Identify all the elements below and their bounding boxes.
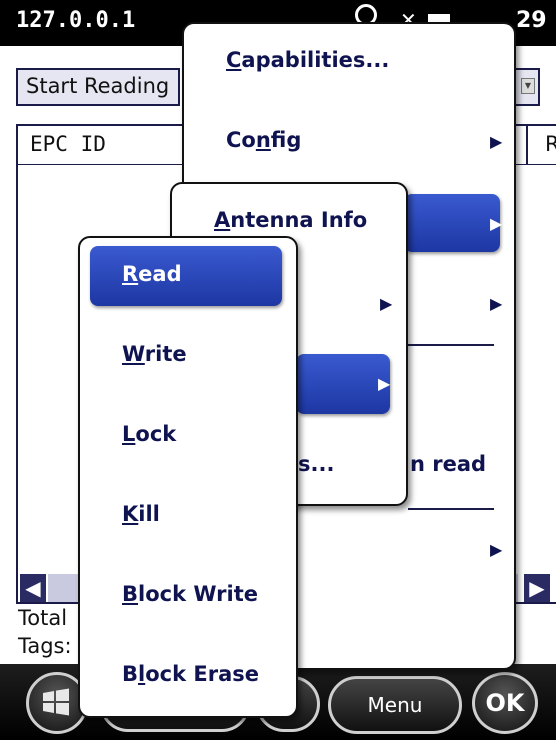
menu-item-capabilities[interactable]: Capabilities... [226,48,389,72]
menu-item-lock[interactable]: Lock [122,422,176,446]
column-divider [526,126,528,164]
menu-item-config[interactable]: Config [226,128,301,152]
window-title: 127.0.0.1 [16,8,136,33]
menu-item-antenna-info[interactable]: Antenna Info [214,208,367,232]
menu-button[interactable]: Menu [328,676,462,734]
total-label: Total [18,606,68,630]
menu-item-highlighted[interactable] [404,194,500,252]
clock: 29 [516,8,547,33]
tags-label: Tags: [18,634,72,658]
menu-item-highlighted[interactable] [296,354,390,414]
submenu-arrow-icon: ▶ [490,540,503,559]
menu-item-partial-read[interactable]: n read [410,452,486,476]
start-reading-label: Start Reading [26,74,170,98]
ok-button[interactable]: OK [472,672,538,734]
menu-item-read[interactable]: Read [122,262,182,286]
menu-separator [408,508,494,510]
r-column-header[interactable]: R [545,132,556,156]
menu-item-read-highlight[interactable] [90,246,282,306]
scroll-left-icon[interactable]: ◀ [20,574,46,602]
scroll-right-icon[interactable]: ▶ [524,574,550,602]
access-submenu [78,236,298,718]
submenu-arrow-icon: ▶ [490,294,503,313]
menu-item-kill[interactable]: Kill [122,502,160,526]
submenu-arrow-icon: ▶ [490,214,503,233]
submenu-arrow-icon: ▶ [490,132,503,151]
menu-item-write[interactable]: Write [122,342,187,366]
submenu-arrow-icon: ▶ [378,374,391,393]
epc-id-column-header[interactable]: EPC ID [30,132,106,156]
menu-item-block-erase[interactable]: Block Erase [122,662,259,686]
menu-item-partial-filters[interactable]: s... [298,452,334,476]
submenu-arrow-icon: ▶ [380,294,393,313]
menu-separator [408,344,494,346]
menu-item-block-write[interactable]: Block Write [122,582,258,606]
chevron-down-icon[interactable]: ▼ [521,78,535,94]
windows-flag-icon [43,688,69,716]
